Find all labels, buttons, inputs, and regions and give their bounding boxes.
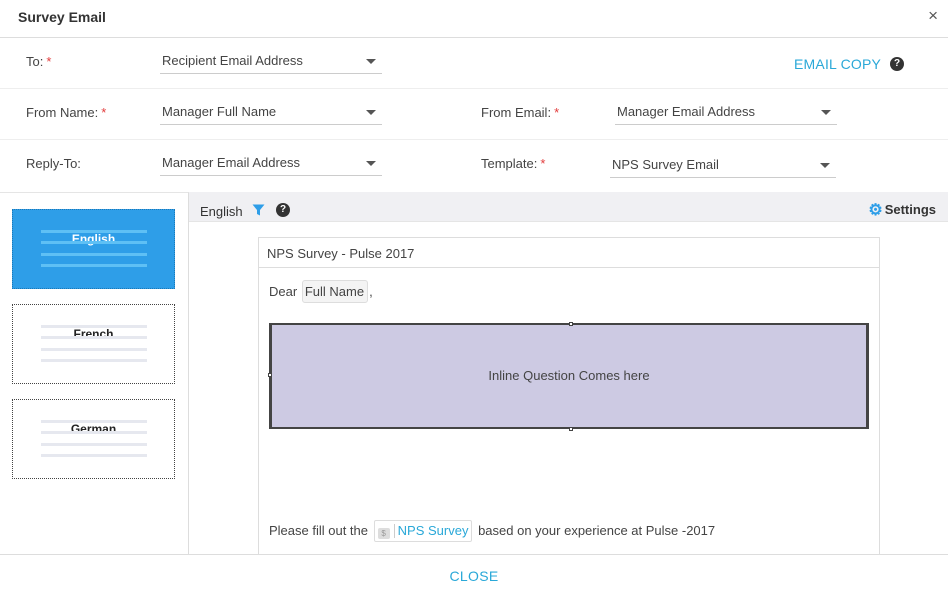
dialog-title: Survey Email bbox=[18, 9, 106, 25]
survey-icon: $ bbox=[377, 528, 390, 539]
dialog-footer: CLOSE bbox=[0, 554, 948, 591]
to-label: To: * bbox=[26, 54, 52, 69]
email-preview: NPS Survey - Pulse 2017 Dear Full Name, … bbox=[258, 237, 880, 554]
from-name-dropdown[interactable]: Manager Full Name bbox=[160, 97, 382, 125]
template-value: NPS Survey Email bbox=[612, 157, 719, 172]
email-copy-link[interactable]: EMAIL COPY bbox=[794, 56, 881, 72]
help-icon[interactable]: ? bbox=[276, 203, 290, 217]
template-label: Template: * bbox=[481, 156, 546, 171]
reply-to-value: Manager Email Address bbox=[162, 155, 301, 170]
nps-survey-token[interactable]: $ NPS Survey bbox=[373, 520, 473, 542]
full-name-token[interactable]: Full Name bbox=[301, 280, 369, 303]
resize-handle[interactable] bbox=[569, 427, 573, 431]
inline-question-text: Inline Question Comes here bbox=[488, 368, 650, 383]
survey-invite-line: Please fill out the $ NPS Survey based on… bbox=[269, 520, 715, 542]
form-row-from: From Name: * Manager Full Name From Email… bbox=[0, 89, 948, 140]
from-email-dropdown[interactable]: Manager Email Address bbox=[615, 97, 837, 125]
from-name-value: Manager Full Name bbox=[162, 104, 277, 119]
editor-toolbar: English ? ⚙ Settings bbox=[189, 192, 948, 222]
filter-icon[interactable] bbox=[252, 204, 265, 216]
chevron-down-icon bbox=[366, 110, 376, 115]
language-card-english[interactable]: English bbox=[12, 209, 175, 289]
to-dropdown-value: Recipient Email Address bbox=[162, 53, 303, 68]
inline-question-block[interactable]: Inline Question Comes here bbox=[268, 322, 869, 431]
help-icon[interactable]: ? bbox=[890, 57, 904, 71]
email-subject: NPS Survey - Pulse 2017 bbox=[259, 238, 879, 268]
settings-button[interactable]: ⚙ Settings bbox=[868, 200, 936, 220]
form-row-to: To: * Recipient Email Address EMAIL COPY … bbox=[0, 38, 948, 89]
language-card-french[interactable]: French bbox=[12, 304, 175, 384]
reply-to-dropdown[interactable]: Manager Email Address bbox=[160, 148, 382, 176]
from-name-label: From Name: * bbox=[26, 105, 107, 120]
dialog-header: Survey Email × bbox=[0, 0, 948, 38]
current-language: English bbox=[200, 204, 243, 219]
form-row-reply: Reply-To: Manager Email Address Template… bbox=[0, 140, 948, 192]
language-card-german[interactable]: German bbox=[12, 399, 175, 479]
gear-icon: ⚙ bbox=[868, 202, 883, 219]
close-button[interactable]: CLOSE bbox=[0, 568, 948, 584]
greeting-line: Dear Full Name, bbox=[269, 280, 373, 303]
close-icon[interactable]: × bbox=[928, 7, 938, 25]
chevron-down-icon bbox=[821, 110, 831, 115]
chevron-down-icon bbox=[366, 161, 376, 166]
reply-to-label: Reply-To: bbox=[26, 156, 81, 171]
resize-handle[interactable] bbox=[268, 373, 272, 377]
chevron-down-icon bbox=[820, 163, 830, 168]
resize-handle[interactable] bbox=[569, 322, 573, 326]
from-email-label: From Email: * bbox=[481, 105, 560, 120]
template-dropdown[interactable]: NPS Survey Email bbox=[610, 150, 836, 178]
chevron-down-icon bbox=[366, 59, 376, 64]
email-editor: English ? ⚙ Settings NPS Survey - Pulse 2… bbox=[189, 192, 948, 554]
from-email-value: Manager Email Address bbox=[617, 104, 756, 119]
to-dropdown[interactable]: Recipient Email Address bbox=[160, 46, 382, 74]
language-list: English French German bbox=[0, 192, 189, 554]
